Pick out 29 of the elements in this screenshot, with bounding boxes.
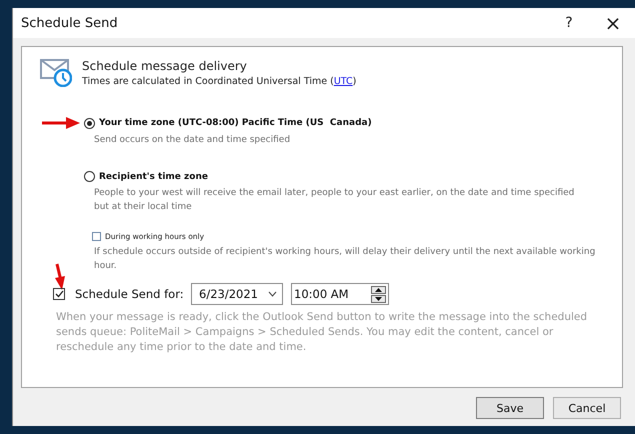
arrow-icon [54,263,66,291]
option-description: People to your west will receive the email later, people to your east earlier, on the date and time specified but at their local time [94,187,576,214]
spin-down-button[interactable] [371,294,386,302]
section-title: Schedule message delivery [82,59,248,73]
subtitle-text: Times are calculated in Coordinated Universal Time (UTC) [82,76,356,87]
save-button[interactable]: Save [476,397,544,419]
chevron-down-icon [268,291,277,297]
mail-clock-icon [40,57,72,87]
time-field[interactable]: 10:00 AM [291,283,389,305]
window-title: Schedule Send [21,16,119,30]
option-description: Send occurs on the date and time specified [94,134,292,147]
radio-button[interactable] [84,171,95,182]
triangle-down-icon [375,296,382,300]
option-label: Recipient's time zone [99,172,208,182]
spin-up-button[interactable] [371,286,386,294]
option-label: Your time zone (UTC-08:00) Pacific Time (US Canada) [99,118,372,128]
arrow-icon [42,117,80,129]
radio-button[interactable] [84,118,95,128]
triangle-up-icon [375,288,382,292]
checkbox-label: Schedule Send for: [75,287,185,301]
option-description: If schedule occurs outside of recipient's working hours, will delay their delivery until the next available working hour. [94,246,596,273]
close-button[interactable]: × [591,8,635,38]
cancel-button[interactable]: Cancel [553,397,621,419]
checkbox[interactable] [53,288,65,300]
checkbox[interactable] [92,232,101,241]
date-dropdown[interactable]: 6/23/2021 [191,283,283,305]
help-button[interactable]: ? [547,8,591,38]
schedule-description: When your message is ready, click the Outlook Send button to write the message into the scheduled sends queue: PoliteMail > Campaigns > Scheduled Sends. You may edit the content, cancel or reschedule any time prior to the date and time. [56,310,588,355]
utc-link[interactable]: UTC [334,76,353,87]
